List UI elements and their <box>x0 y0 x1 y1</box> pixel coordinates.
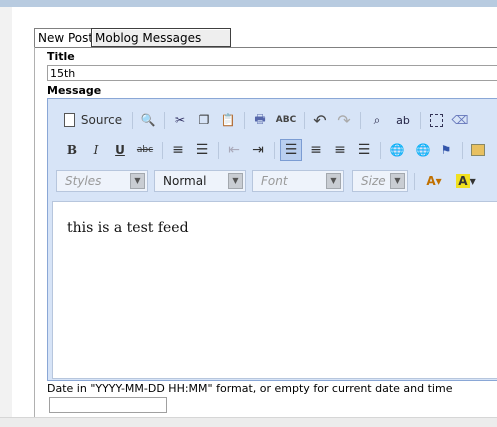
align-left-button[interactable]: ☰ <box>280 139 302 161</box>
source-label: Source <box>80 113 123 127</box>
align-center-icon: ≡ <box>310 142 322 158</box>
bg-color-button[interactable]: A ▼ <box>452 170 480 192</box>
format-combo-label: Normal <box>163 174 207 188</box>
text-color-icon: A▾ <box>426 174 442 188</box>
editor-content-area[interactable]: this is a test feed <box>52 201 497 379</box>
bold-button[interactable]: B <box>62 139 82 161</box>
binoculars-icon: ⌕ <box>373 112 381 127</box>
chevron-down-icon: ▼ <box>130 173 145 189</box>
unlink-button[interactable]: 🌐 <box>412 139 434 161</box>
undo-icon: ↶ <box>313 110 327 130</box>
strike-button[interactable]: abc <box>134 139 156 161</box>
print-icon: 🖶 <box>254 111 266 126</box>
select-all-icon <box>429 113 443 127</box>
bold-icon: B <box>66 143 78 157</box>
copy-icon: ❐ <box>198 113 210 127</box>
format-combo[interactable]: Normal ▼ <box>154 170 246 192</box>
align-right-icon: ≡ <box>334 142 346 158</box>
spellcheck-icon: ABC <box>275 115 297 125</box>
italic-icon: I <box>93 143 99 157</box>
redo-button[interactable]: ↷ <box>334 109 354 131</box>
indent-icon: ⇥ <box>252 142 264 158</box>
justify-button[interactable]: ☰ <box>354 139 374 161</box>
replace-button[interactable]: ab <box>392 109 414 131</box>
remove-format-button[interactable]: ⌫ <box>450 109 470 131</box>
font-combo[interactable]: Font ▼ <box>252 170 344 192</box>
chevron-down-icon: ▼ <box>390 173 405 189</box>
strikethrough-icon: abc <box>136 145 154 155</box>
preview-icon: 🔍 <box>140 113 156 127</box>
underline-icon: U <box>115 143 125 157</box>
align-center-button[interactable]: ≡ <box>306 139 326 161</box>
undo-button[interactable]: ↶ <box>310 109 330 131</box>
title-label: Title <box>47 50 75 63</box>
link-button[interactable]: 🌐 <box>386 139 408 161</box>
anchor-button[interactable]: ⚑ <box>436 139 456 161</box>
chevron-down-icon: ▼ <box>469 176 476 186</box>
size-combo[interactable]: Size ▼ <box>352 170 408 192</box>
toolbar-row-1: Source 🔍 ✂ ❐ 📋 🖶 ABC ↶ ↷ ⌕ ab ⌫ <box>56 109 497 133</box>
link-icon: 🌐 <box>389 143 405 157</box>
editor-content-text: this is a test feed <box>67 220 189 236</box>
outdent-icon: ⇤ <box>228 142 240 158</box>
unlink-icon: 🌐 <box>415 143 431 157</box>
rich-text-editor: Source 🔍 ✂ ❐ 📋 🖶 ABC ↶ ↷ ⌕ ab ⌫ B I U ab… <box>47 98 497 381</box>
top-border <box>0 0 497 7</box>
paste-button[interactable]: 📋 <box>218 109 238 131</box>
bulleted-list-button[interactable]: ☰ <box>192 139 212 161</box>
font-combo-label: Font <box>261 174 288 188</box>
image-icon <box>471 144 485 156</box>
italic-button[interactable]: I <box>86 139 106 161</box>
paste-icon: 📋 <box>220 113 236 127</box>
numbered-list-button[interactable]: ≡ <box>168 139 188 161</box>
eraser-icon: ⌫ <box>451 113 469 127</box>
title-input[interactable] <box>47 65 497 81</box>
justify-icon: ☰ <box>357 142 371 158</box>
panel-left-border <box>34 47 35 417</box>
flag-icon: ⚑ <box>440 143 452 157</box>
tab-divider <box>34 47 497 48</box>
chevron-down-icon: ▼ <box>228 173 243 189</box>
numbered-list-icon: ≡ <box>172 142 184 158</box>
replace-icon: ab <box>396 113 410 127</box>
source-icon <box>63 113 75 127</box>
copy-button[interactable]: ❐ <box>194 109 214 131</box>
date-input[interactable] <box>49 397 167 413</box>
find-button[interactable]: ⌕ <box>366 109 388 131</box>
spellcheck-button[interactable]: ABC <box>274 109 298 131</box>
date-hint: Date in "YYYY-MM-DD HH:MM" format, or em… <box>47 382 453 395</box>
outdent-button[interactable]: ⇤ <box>224 139 244 161</box>
styles-combo[interactable]: Styles ▼ <box>56 170 148 192</box>
align-left-icon: ☰ <box>284 142 298 158</box>
cut-icon: ✂ <box>174 113 186 127</box>
highlight-color-icon: A <box>456 174 470 188</box>
underline-button[interactable]: U <box>110 139 130 161</box>
print-button[interactable]: 🖶 <box>250 109 270 131</box>
chevron-down-icon: ▼ <box>326 173 341 189</box>
select-all-button[interactable] <box>426 109 446 131</box>
toolbar-row-2: B I U abc ≡ ☰ ⇤ ⇥ ☰ ≡ ≡ ☰ 🌐 🌐 ⚑ <box>56 139 497 163</box>
message-label: Message <box>47 84 102 97</box>
styles-combo-label: Styles <box>65 174 102 188</box>
toolbar-row-3: Styles ▼ Normal ▼ Font ▼ Size ▼ A▾ A ▼ <box>56 170 497 194</box>
text-color-button[interactable]: A▾ <box>420 170 448 192</box>
cut-button[interactable]: ✂ <box>170 109 190 131</box>
source-button[interactable]: Source <box>62 109 124 131</box>
bulleted-list-icon: ☰ <box>195 142 209 158</box>
tab-new-post[interactable]: New Post <box>34 28 93 48</box>
size-combo-label: Size <box>361 174 386 188</box>
redo-icon: ↷ <box>337 110 351 130</box>
align-right-button[interactable]: ≡ <box>330 139 350 161</box>
tab-moblog-messages[interactable]: Moblog Messages <box>91 28 231 47</box>
image-button[interactable] <box>468 139 488 161</box>
preview-button[interactable]: 🔍 <box>138 109 158 131</box>
indent-button[interactable]: ⇥ <box>248 139 268 161</box>
